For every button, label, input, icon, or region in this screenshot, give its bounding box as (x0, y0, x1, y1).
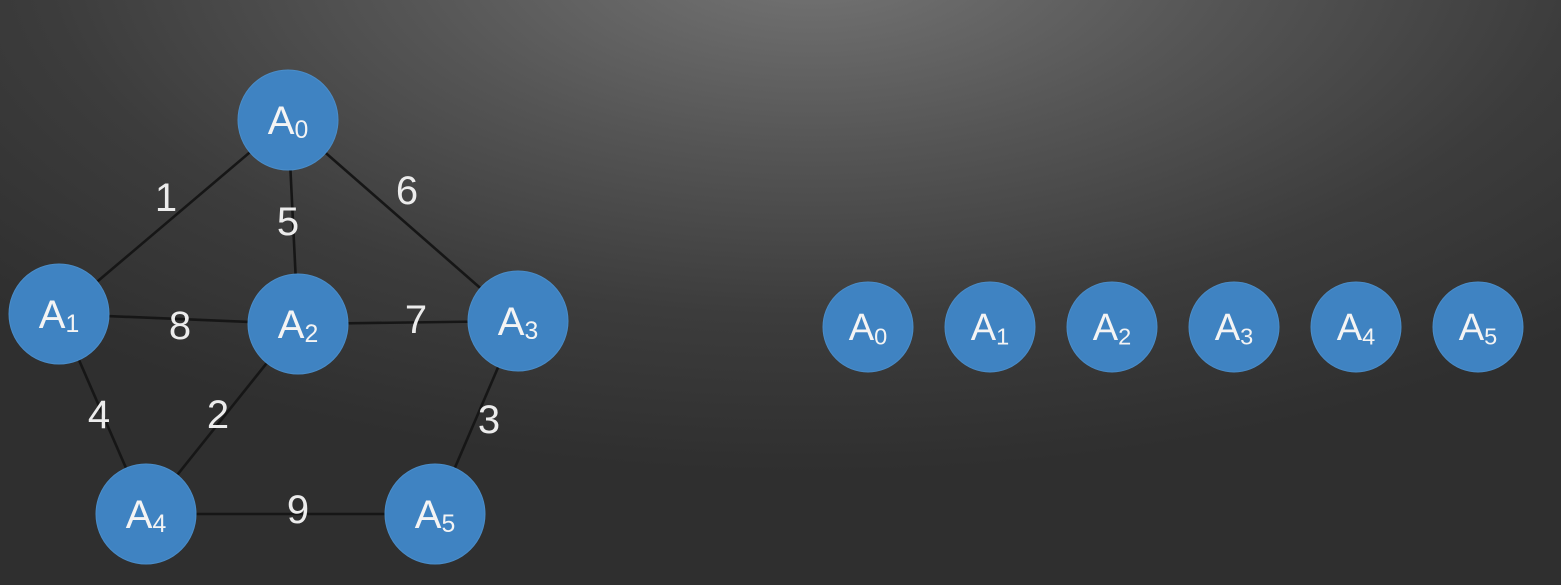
node-label-letter: A (39, 293, 66, 337)
graph-diagram-canvas: 1568 74 2 39 A0A1 A2 A3A4 A5 A0 A1 A2 A3 A4 A5 (8, 69, 1524, 565)
node-label-subscript: 0 (874, 323, 887, 349)
node-label-letter: A (1337, 307, 1363, 349)
node-label-subscript: 3 (1240, 323, 1253, 349)
node-label-letter: A (415, 493, 442, 537)
node-row-layer: A0 A1 A2 A3 A4 A5 (822, 281, 1524, 373)
graph-node-a1: A1 (8, 263, 110, 365)
edge-weight-label: 5 (277, 200, 299, 244)
node-label-letter: A (849, 307, 875, 349)
row-node-a2: A2 (1066, 281, 1158, 373)
row-node-a5: A5 (1432, 281, 1524, 373)
node-label-subscript: 4 (152, 510, 166, 537)
node-label-subscript: 3 (524, 317, 538, 344)
node-label-letter: A (1215, 307, 1241, 349)
node-label-letter: A (278, 303, 305, 347)
edge-weight-label: 4 (88, 393, 110, 437)
edge-weight-label: 2 (207, 393, 229, 437)
node-label-letter: A (268, 99, 295, 143)
row-node-a3: A3 (1188, 281, 1280, 373)
edge-weight-label: 8 (169, 304, 191, 348)
node-label-letter: A (1093, 307, 1119, 349)
graph-node-a3: A3 (467, 270, 569, 372)
node-label-letter: A (1459, 307, 1485, 349)
edge-weight-label: 3 (478, 398, 500, 442)
row-node-a4: A4 (1310, 281, 1402, 373)
edge-weight-label: 1 (155, 176, 177, 220)
node-label-subscript: 2 (1118, 323, 1131, 349)
graph-node-a4: A4 (95, 463, 197, 565)
row-node-a0: A0 (822, 281, 914, 373)
edge-weight-label: 9 (287, 488, 309, 532)
node-label-subscript: 5 (1484, 323, 1497, 349)
node-label-subscript: 0 (294, 116, 308, 143)
node-label-letter: A (971, 307, 997, 349)
node-label-letter: A (498, 300, 525, 344)
edge-weight-label: 6 (396, 169, 418, 213)
graph-node-a2: A2 (247, 273, 349, 375)
node-label-subscript: 2 (304, 320, 318, 347)
edge-weight-label: 7 (405, 298, 427, 342)
row-node-a1: A1 (944, 281, 1036, 373)
node-label-subscript: 1 (65, 310, 79, 337)
node-label-subscript: 4 (1362, 323, 1375, 349)
graph-node-a0: A0 (237, 69, 339, 171)
node-label-subscript: 5 (441, 510, 455, 537)
node-label-subscript: 1 (996, 323, 1009, 349)
graph-node-a5: A5 (384, 463, 486, 565)
node-label-letter: A (126, 493, 153, 537)
